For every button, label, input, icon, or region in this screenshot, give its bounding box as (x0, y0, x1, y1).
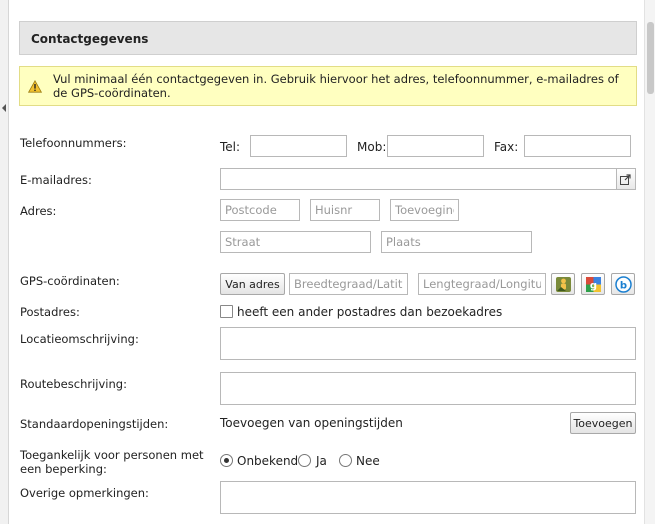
route-description-textarea[interactable] (220, 372, 636, 405)
address-label: Adres: (20, 204, 57, 218)
other-remarks-label: Overige opmerkingen: (20, 486, 149, 500)
google-maps-icon: g (586, 277, 601, 292)
accessibility-radio-onbekend[interactable] (220, 454, 233, 467)
longitude-input[interactable] (418, 273, 546, 295)
toevoeging-input[interactable] (390, 199, 459, 221)
accessibility-label: Toegankelijk voor personen met een beper… (20, 448, 204, 476)
from-address-button[interactable]: Van adres (220, 273, 285, 295)
bing-maps-icon: b (615, 276, 632, 293)
gps-label: GPS-coördinaten: (20, 274, 120, 288)
other-remarks-textarea[interactable] (220, 481, 636, 514)
tel-label: Tel: (220, 140, 241, 154)
google-maps-button[interactable]: g (581, 273, 605, 295)
streetview-button[interactable] (551, 273, 575, 295)
add-opening-hours-button[interactable]: Toevoegen (570, 412, 636, 434)
scrollbar-thumb[interactable] (647, 22, 654, 94)
section-title: Contactgegevens (31, 32, 149, 46)
svg-text:g: g (590, 281, 597, 292)
bing-maps-button[interactable]: b (611, 273, 635, 295)
location-description-label: Locatieomschrijving: (20, 332, 139, 346)
warning-icon (28, 80, 42, 93)
email-open-button[interactable] (617, 168, 636, 190)
latitude-input[interactable] (289, 273, 408, 295)
collapse-arrow-icon[interactable] (2, 104, 6, 112)
route-description-label: Routebeschrijving: (20, 377, 127, 391)
accessibility-option-nee: Nee (356, 454, 380, 468)
contact-details-form: Contactgegevens Vul minimaal één contact… (0, 0, 655, 524)
opening-hours-label: Standaardopeningstijden: (20, 417, 169, 431)
email-label: E-mailadres: (20, 173, 92, 187)
fax-label: Fax: (494, 140, 519, 154)
streetview-icon (556, 277, 571, 292)
accessibility-radio-ja[interactable] (298, 454, 311, 467)
postal-checkbox[interactable] (220, 305, 233, 318)
accessibility-radio-nee[interactable] (339, 454, 352, 467)
location-description-textarea[interactable] (220, 327, 636, 360)
mob-input[interactable] (387, 135, 484, 157)
opening-hours-text: Toevoegen van openingstijden (220, 416, 403, 430)
email-input[interactable] (220, 168, 617, 190)
fax-input[interactable] (524, 135, 631, 157)
svg-text:b: b (620, 281, 627, 292)
mob-label: Mob: (357, 140, 387, 154)
left-panel-edge[interactable] (0, 0, 9, 524)
info-notice: Vul minimaal één contactgegeven in. Gebr… (19, 66, 637, 106)
accessibility-option-onbekend: Onbekend (237, 454, 299, 468)
phone-label: Telefoonnummers: (20, 136, 127, 150)
notice-text: Vul minimaal één contactgegeven in. Gebr… (53, 72, 619, 100)
huisnr-input[interactable] (310, 199, 380, 221)
tel-input[interactable] (250, 135, 347, 157)
plaats-input[interactable] (381, 231, 532, 253)
section-header: Contactgegevens (19, 21, 637, 55)
vertical-scrollbar[interactable] (644, 0, 655, 524)
straat-input[interactable] (220, 231, 371, 253)
external-link-icon (620, 174, 631, 185)
postal-checkbox-label: heeft een ander postadres dan bezoekadre… (237, 305, 503, 319)
accessibility-option-ja: Ja (316, 454, 327, 468)
postcode-input[interactable] (220, 199, 300, 221)
postal-label: Postadres: (20, 305, 80, 319)
